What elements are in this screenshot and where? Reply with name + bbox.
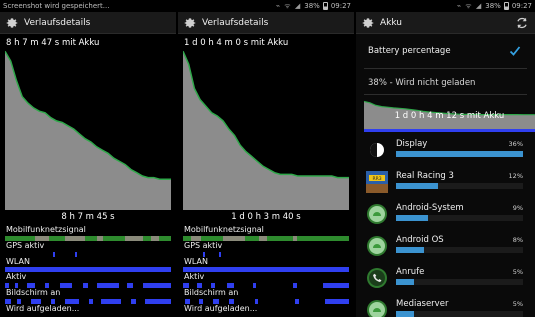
action-bar: Verlaufsdetails [0, 12, 176, 34]
real-racing-icon: RR3 [366, 171, 388, 193]
divider [364, 94, 527, 95]
battery-icon [322, 2, 328, 10]
battery-status-text: 38% - Wird nicht geladen [368, 78, 476, 88]
usage-bar-track [396, 183, 523, 189]
display-icon [366, 139, 388, 161]
battery-icon [503, 2, 509, 10]
battery-duration-label: 1 d 0 h 4 m 12 s mit Akku [394, 111, 505, 121]
action-bar: Verlaufsdetails [178, 12, 354, 34]
refresh-icon[interactable] [515, 16, 529, 30]
app-name: Real Racing 3 [396, 171, 454, 181]
charging-label: Wird aufgeladen... [6, 304, 80, 313]
history-duration-bottom: 1 d 0 h 3 m 40 s [231, 212, 301, 222]
settings-gear-icon[interactable] [359, 14, 377, 32]
status-bar: ⌁ ᯤ ◢ 38% 09:27 [178, 0, 354, 12]
status-icons: ⌁ ᯤ ◢ [456, 2, 483, 10]
battery-history-chart [5, 50, 171, 210]
charging-label: Wird aufgeladen... [184, 304, 258, 313]
battery-area [5, 51, 171, 210]
divider [364, 68, 527, 69]
app-usage-row[interactable]: Mediaserver 5% [356, 296, 535, 317]
wlan-label: WLAN [6, 257, 31, 266]
battery-percent: 38% [304, 2, 320, 10]
usage-bar-track [396, 311, 523, 317]
wlan-label: WLAN [184, 257, 209, 266]
app-percent: 5% [512, 300, 523, 308]
battery-percent: 38% [485, 2, 501, 10]
mobile-signal-label: Mobilfunknetzsignal [184, 225, 264, 234]
history-duration-top: 8 h 7 m 47 s mit Akku [6, 38, 100, 48]
active-label: Aktiv [184, 272, 205, 281]
app-name: Display [396, 139, 428, 149]
app-usage-row[interactable]: Android-System 9% [356, 200, 535, 232]
usage-bar-fill [396, 215, 428, 221]
usage-bar-fill [396, 151, 523, 157]
page-title: Akku [380, 17, 403, 28]
history-panel-2: ⌁ ᯤ ◢ 38% 09:27 Verlaufsdetails 1 d 0 h … [178, 0, 354, 317]
app-percent: 12% [508, 172, 523, 180]
usage-bar-fill [396, 183, 439, 189]
battery-percentage-setting[interactable]: Battery percentage [356, 36, 535, 66]
charging-strip [364, 129, 535, 132]
app-usage-row[interactable]: RR3 Real Racing 3 12% [356, 168, 535, 200]
page-title: Verlaufsdetails [202, 17, 269, 28]
clock: 09:27 [330, 2, 351, 10]
usage-bar-track [396, 279, 523, 285]
wlan-bar [5, 267, 171, 272]
app-name: Anrufe [396, 267, 425, 277]
mediaserver-icon [366, 299, 388, 317]
app-name: Android-System [396, 203, 464, 213]
app-usage-row[interactable]: Android OS 8% [356, 232, 535, 264]
history-duration-bottom: 8 h 7 m 45 s [61, 212, 115, 222]
action-bar: Akku [356, 12, 535, 34]
history-duration-top: 1 d 0 h 4 m 0 s mit Akku [184, 38, 289, 48]
app-percent: 5% [512, 268, 523, 276]
usage-bar-track [396, 247, 523, 253]
android-system-icon [366, 203, 388, 225]
app-name: Mediaserver [396, 299, 449, 309]
usage-bar-track [396, 151, 523, 157]
usage-bar-track [396, 215, 523, 221]
active-label: Aktiv [6, 272, 27, 281]
settings-gear-icon[interactable] [181, 14, 199, 32]
mobile-signal-label: Mobilfunknetzsignal [6, 225, 86, 234]
notification-text: Screenshot wird gespeichert... [3, 2, 110, 10]
page-title: Verlaufsdetails [24, 17, 91, 28]
status-icons: ⌁ ᯤ ◢ [275, 2, 302, 10]
battery-history-chart [183, 50, 349, 210]
clock: 09:27 [511, 2, 532, 10]
app-percent: 9% [512, 204, 523, 212]
app-name: Android OS [396, 235, 444, 245]
usage-bar-fill [396, 279, 414, 285]
checkmark-icon[interactable] [509, 45, 521, 57]
history-panel-1: Screenshot wird gespeichert... Verlaufsd… [0, 0, 176, 317]
usage-bar-fill [396, 247, 425, 253]
app-usage-row[interactable]: Display 36% [356, 136, 535, 168]
app-percent: 36% [508, 140, 523, 148]
wlan-bar [183, 267, 349, 272]
gps-label: GPS aktiv [184, 241, 223, 250]
battery-area [183, 51, 349, 210]
phone-icon [366, 267, 388, 289]
battery-panel: ⌁ ᯤ ◢ 38% 09:27 Akku Battery percentage … [356, 0, 535, 317]
status-bar: ⌁ ᯤ ◢ 38% 09:27 [356, 0, 535, 12]
settings-gear-icon[interactable] [3, 14, 21, 32]
gps-label: GPS aktiv [6, 241, 45, 250]
usage-bar-fill [396, 311, 414, 317]
android-os-icon [366, 235, 388, 257]
screen-on-label: Bildschirm an [6, 288, 61, 297]
app-percent: 8% [512, 236, 523, 244]
app-usage-row[interactable]: Anrufe 5% [356, 264, 535, 296]
svg-text:RR3: RR3 [372, 176, 381, 182]
battery-percentage-label: Battery percentage [368, 46, 451, 56]
screen-on-label: Bildschirm an [184, 288, 239, 297]
status-bar: Screenshot wird gespeichert... [0, 0, 176, 12]
